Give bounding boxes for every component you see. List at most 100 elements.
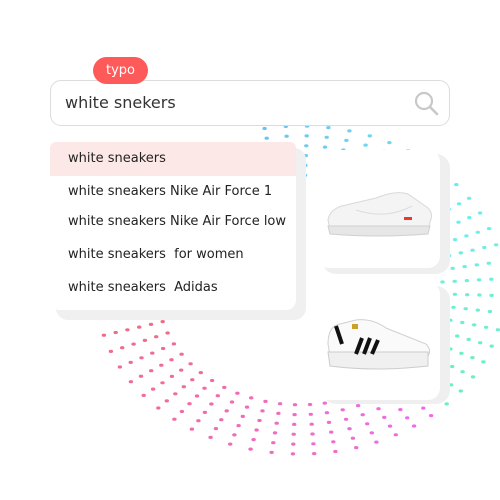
decorative-dot bbox=[262, 126, 267, 131]
decorative-dot bbox=[474, 263, 479, 267]
decorative-dot bbox=[462, 265, 467, 269]
decorative-dot bbox=[179, 409, 185, 414]
decorative-dot bbox=[244, 405, 250, 409]
decorative-dot bbox=[196, 419, 201, 423]
decorative-dot bbox=[350, 436, 356, 440]
decorative-dot bbox=[165, 331, 170, 335]
suggestion-item[interactable]: white sneakers bbox=[50, 142, 296, 176]
decorative-dot bbox=[260, 409, 265, 413]
decorative-dot bbox=[271, 441, 276, 445]
suggestions-dropdown: white sneakers white sneakers Nike Air F… bbox=[50, 142, 296, 310]
decorative-dot bbox=[326, 126, 331, 130]
product-card-adidas[interactable] bbox=[316, 282, 440, 400]
decorative-dot bbox=[187, 402, 192, 406]
decorative-dot bbox=[444, 402, 449, 406]
decorative-dot bbox=[452, 279, 457, 283]
decorative-dot bbox=[291, 442, 296, 446]
decorative-dot bbox=[304, 134, 309, 138]
decorative-dot bbox=[460, 370, 465, 374]
decorative-dot bbox=[263, 399, 268, 403]
decorative-dot bbox=[249, 396, 254, 400]
decorative-dot bbox=[322, 401, 327, 405]
decorative-dot bbox=[236, 424, 241, 428]
decorative-dot bbox=[159, 363, 164, 367]
decorative-dot bbox=[169, 374, 175, 378]
decorative-dot bbox=[452, 238, 458, 242]
decorative-dot bbox=[482, 245, 487, 250]
decorative-dot bbox=[475, 230, 480, 234]
decorative-dot bbox=[486, 227, 492, 231]
decorative-dot bbox=[367, 134, 372, 138]
search-icon[interactable] bbox=[413, 90, 439, 116]
decorative-dot bbox=[215, 394, 220, 398]
decorative-dot bbox=[254, 428, 259, 432]
decorative-dot bbox=[179, 352, 184, 356]
decorative-dot bbox=[209, 402, 214, 406]
decorative-dot bbox=[322, 145, 328, 149]
decorative-dot bbox=[292, 403, 298, 407]
decorative-dot bbox=[333, 449, 338, 454]
decorative-dot bbox=[139, 356, 144, 360]
decorative-dot bbox=[495, 328, 500, 332]
decorative-dot bbox=[363, 143, 368, 147]
decorative-dot bbox=[150, 387, 156, 391]
decorative-dot bbox=[290, 452, 296, 456]
decorative-dot bbox=[465, 293, 470, 297]
decorative-dot bbox=[466, 337, 471, 341]
decorative-dot bbox=[137, 325, 142, 329]
decorative-dot bbox=[251, 438, 256, 442]
decorative-dot bbox=[128, 380, 134, 384]
decorative-dot bbox=[324, 411, 330, 415]
decorative-dot bbox=[272, 431, 278, 435]
decorative-dot bbox=[460, 320, 465, 325]
decorative-dot bbox=[463, 307, 468, 311]
decorative-dot bbox=[354, 446, 359, 450]
decorative-dot bbox=[101, 333, 107, 337]
decorative-dot bbox=[248, 447, 253, 451]
decorative-dot bbox=[466, 196, 472, 200]
suggestion-item[interactable]: white sneakers Adidas bbox=[50, 271, 296, 305]
decorative-dot bbox=[489, 344, 494, 348]
decorative-dot bbox=[269, 450, 274, 454]
decorative-dot bbox=[108, 349, 114, 353]
suggestion-item[interactable]: white sneakers Nike Air Force low bbox=[50, 205, 296, 239]
decorative-dot bbox=[360, 413, 365, 417]
decorative-dot bbox=[169, 358, 174, 362]
product-card-nike[interactable] bbox=[316, 150, 440, 268]
decorative-dot bbox=[257, 418, 262, 423]
decorative-dot bbox=[149, 369, 154, 373]
decorative-dot bbox=[440, 280, 445, 284]
decorative-dot bbox=[274, 421, 279, 425]
decorative-dot bbox=[188, 362, 193, 366]
decorative-dot bbox=[229, 400, 235, 404]
decorative-dot bbox=[291, 432, 296, 436]
decorative-dot bbox=[219, 418, 224, 422]
suggestion-item[interactable]: white sneakers for women bbox=[50, 238, 296, 272]
decorative-dot bbox=[470, 356, 475, 360]
decorative-dot bbox=[324, 135, 329, 139]
decorative-dot bbox=[456, 220, 461, 224]
decorative-dot bbox=[470, 375, 476, 379]
decorative-dot bbox=[470, 248, 475, 252]
decorative-dot bbox=[486, 261, 491, 265]
decorative-dot bbox=[405, 416, 410, 420]
decorative-dot bbox=[131, 342, 136, 346]
decorative-dot bbox=[292, 413, 297, 417]
decorative-dot bbox=[376, 407, 381, 411]
decorative-dot bbox=[387, 141, 392, 145]
decorative-dot bbox=[209, 378, 215, 383]
decorative-dot bbox=[464, 234, 469, 238]
decorative-dot bbox=[393, 433, 398, 437]
decorative-dot bbox=[222, 385, 227, 389]
decorative-dot bbox=[213, 427, 219, 431]
decorative-dot bbox=[451, 305, 456, 309]
adidas-sneaker-image bbox=[327, 319, 431, 370]
decorative-dot bbox=[172, 417, 177, 421]
search-input[interactable]: white snekers bbox=[50, 80, 450, 126]
decorative-dot bbox=[164, 399, 169, 403]
decorative-dot bbox=[125, 328, 130, 332]
decorative-dot bbox=[467, 216, 472, 220]
suggestion-item[interactable]: white sneakers Nike Air Force 1 bbox=[50, 175, 296, 209]
decorative-dot bbox=[277, 402, 283, 406]
decorative-dot bbox=[181, 385, 186, 389]
